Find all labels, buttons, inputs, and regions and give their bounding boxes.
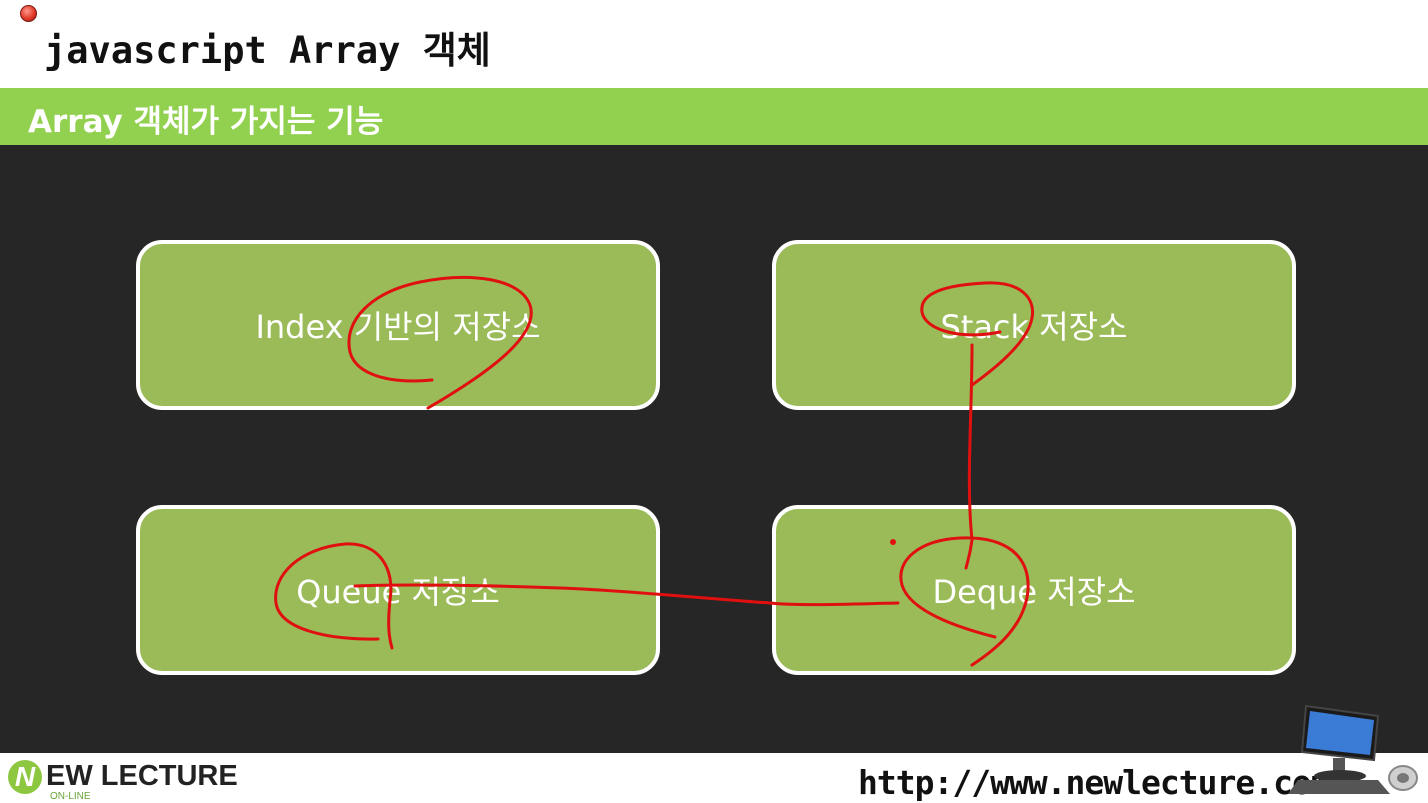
title-bullet-icon	[20, 5, 37, 22]
newlecture-logo-subtext: ON-LINE	[50, 791, 91, 802]
computer-monitor-icon	[1288, 704, 1418, 794]
card-queue-storage: Queue 저장소	[136, 505, 660, 675]
card-index-storage: Index 기반의 저장소	[136, 240, 660, 410]
card-label: Queue 저장소	[296, 573, 500, 611]
card-label: Stack 저장소	[940, 308, 1128, 346]
section-title: Array 객체가 가지는 기능	[28, 104, 384, 140]
newlecture-logo-icon: N	[8, 760, 42, 794]
card-label: Index 기반의 저장소	[255, 308, 541, 346]
card-deque-storage: Deque 저장소	[772, 505, 1296, 675]
website-url: http://www.newlecture.com	[858, 763, 1331, 802]
card-label: Deque 저장소	[932, 573, 1136, 611]
card-stack-storage: Stack 저장소	[772, 240, 1296, 410]
slide-title: javascript Array 객체	[44, 29, 491, 72]
newlecture-logo-text: EW LECTURE	[46, 760, 238, 792]
